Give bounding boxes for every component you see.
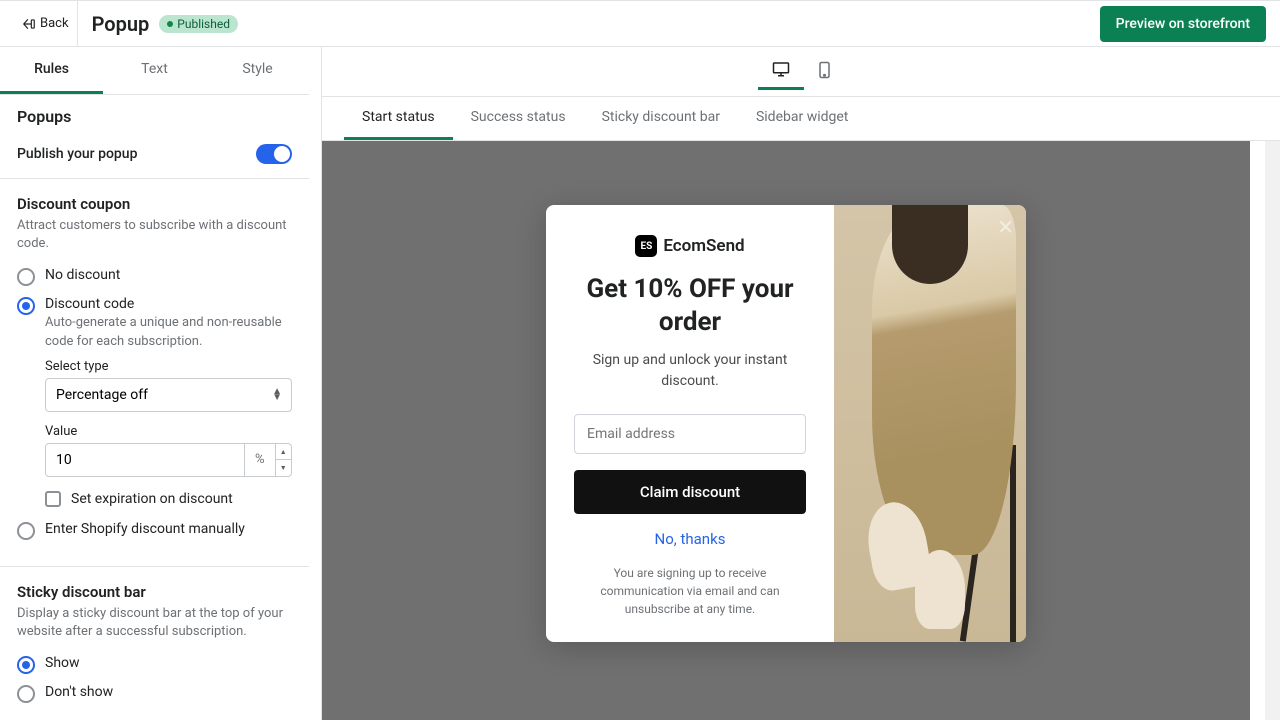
sticky-sub: Display a sticky discount bar at the top… <box>17 605 292 641</box>
brand-icon: ES <box>635 235 657 257</box>
desktop-icon <box>772 61 790 77</box>
radio-no-discount[interactable]: No discount <box>17 267 292 286</box>
tab-sticky-bar[interactable]: Sticky discount bar <box>584 97 738 140</box>
popup-sub: Sign up and unlock your instant discount… <box>574 350 806 392</box>
value-suffix: % <box>245 443 276 477</box>
radio-sticky-hide[interactable]: Don't show <box>17 684 292 703</box>
popup-brand: ES EcomSend <box>635 235 744 257</box>
preview-canvas: ES EcomSend Get 10% OFF your order Sign … <box>322 141 1250 720</box>
no-thanks-link[interactable]: No, thanks <box>655 530 726 548</box>
tab-style[interactable]: Style <box>206 47 309 94</box>
tab-start-status[interactable]: Start status <box>344 97 453 140</box>
preview-area: Start status Success status Sticky disco… <box>322 47 1280 720</box>
popup-email-input[interactable] <box>574 414 806 454</box>
sidebar: Rules Text Style Popups Publish your pop… <box>0 47 322 720</box>
tab-success-status[interactable]: Success status <box>453 97 584 140</box>
preview-storefront-button[interactable]: Preview on storefront <box>1100 6 1266 42</box>
device-desktop-tab[interactable] <box>758 53 804 90</box>
status-badge: Published <box>159 15 238 33</box>
back-button[interactable]: Back <box>14 1 78 47</box>
side-tabs: Rules Text Style <box>0 47 309 95</box>
section-sticky: Sticky discount bar Display a sticky dis… <box>0 567 309 720</box>
popup-preview: ES EcomSend Get 10% OFF your order Sign … <box>546 205 1026 642</box>
claim-discount-button[interactable]: Claim discount <box>574 470 806 514</box>
radio-manual-discount[interactable]: Enter Shopify discount manually <box>17 521 292 540</box>
popup-image: ✕ <box>834 205 1026 642</box>
preview-scrollbar[interactable] <box>1265 141 1280 720</box>
page-title: Popup <box>92 12 150 36</box>
back-icon <box>22 17 36 31</box>
value-input[interactable] <box>45 443 245 477</box>
discount-title: Discount coupon <box>17 195 292 213</box>
close-icon[interactable]: ✕ <box>997 215 1014 239</box>
section-discount: Discount coupon Attract customers to sub… <box>0 179 309 567</box>
select-type-label: Select type <box>45 359 292 374</box>
topbar: Back Popup Published Preview on storefro… <box>0 1 1280 47</box>
popups-header: Popups <box>0 95 309 130</box>
sticky-title: Sticky discount bar <box>17 583 292 601</box>
tab-rules[interactable]: Rules <box>0 47 103 94</box>
expiration-checkbox[interactable] <box>45 491 61 507</box>
radio-sticky-show[interactable]: Show <box>17 655 292 674</box>
popup-headline: Get 10% OFF your order <box>574 273 806 338</box>
back-label: Back <box>40 16 69 31</box>
discount-sub: Attract customers to subscribe with a di… <box>17 217 292 253</box>
mobile-icon <box>818 61 831 79</box>
value-stepper[interactable]: ▲▼ <box>276 443 292 477</box>
popup-disclaimer: You are signing up to receive communicat… <box>574 564 806 618</box>
tab-sidebar-widget[interactable]: Sidebar widget <box>738 97 866 140</box>
tab-text[interactable]: Text <box>103 47 206 94</box>
expiration-checkbox-row[interactable]: Set expiration on discount <box>45 491 292 507</box>
radio-discount-code[interactable]: Discount code Auto-generate a unique and… <box>17 296 292 350</box>
value-label: Value <box>45 424 292 439</box>
publish-toggle[interactable] <box>256 144 292 164</box>
publish-label: Publish your popup <box>17 146 137 162</box>
device-mobile-tab[interactable] <box>804 53 845 90</box>
select-type[interactable]: Percentage off <box>45 378 292 412</box>
